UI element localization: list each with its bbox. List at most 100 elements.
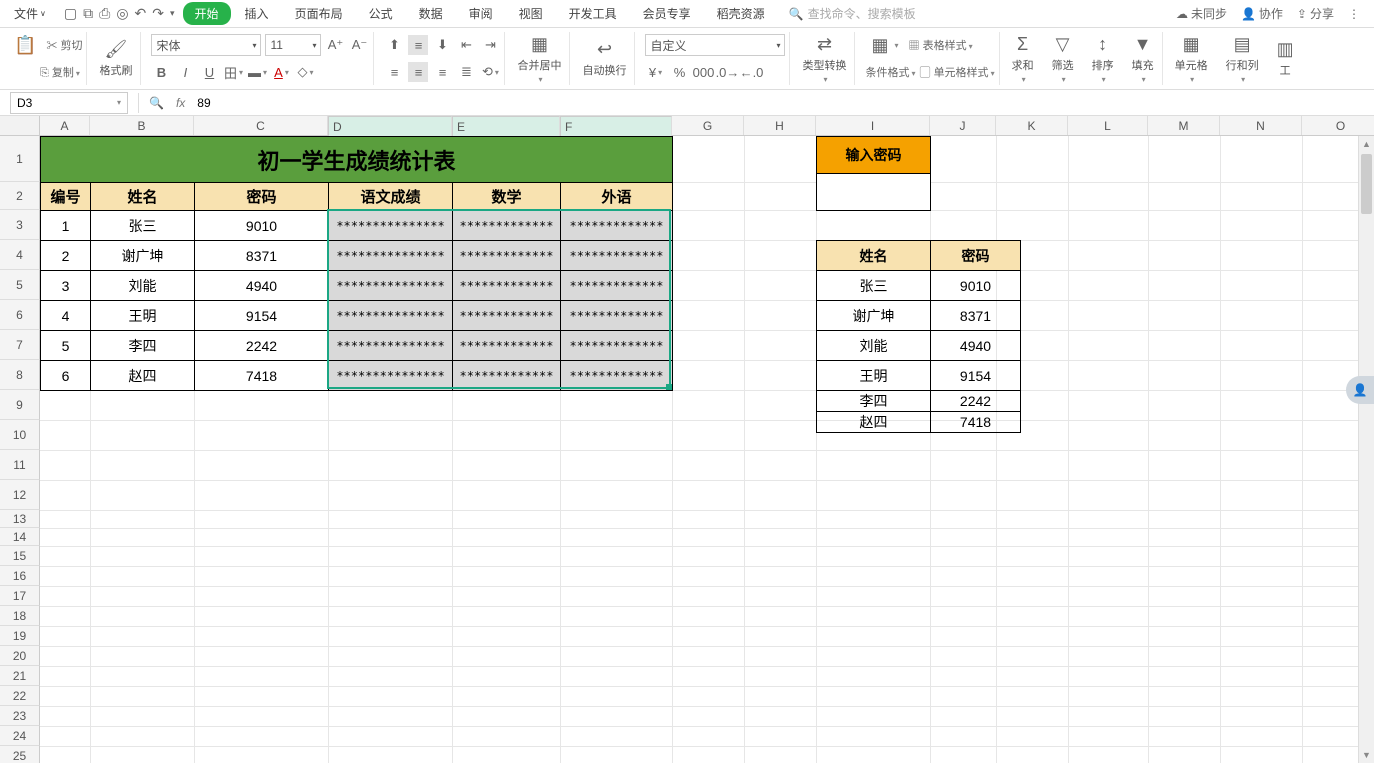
justify-icon[interactable]: ≣ [456, 62, 476, 82]
increase-font-icon[interactable]: A⁺ [325, 35, 345, 55]
inc-decimal-icon[interactable]: .0→ [717, 62, 737, 82]
row-header-15[interactable]: 15 [0, 546, 40, 566]
cell-1-5[interactable]: ************* [561, 241, 673, 271]
side2-cell-5-1[interactable]: 7418 [931, 412, 1021, 433]
save-as-icon[interactable]: ⧉ [83, 5, 93, 22]
cell-0-1[interactable]: 张三 [91, 211, 195, 241]
cell-style-button[interactable]: ▢ 单元格样式 [920, 64, 995, 80]
side2-cell-0-0[interactable]: 张三 [817, 271, 931, 301]
wrap-text-button[interactable]: ↩自动换行 [576, 32, 635, 85]
tab-会员专享[interactable]: 会员专享 [631, 1, 703, 26]
filter-button[interactable]: ▽筛选 [1046, 32, 1080, 85]
cell-5-2[interactable]: 7418 [195, 361, 329, 391]
cell-5-1[interactable]: 赵四 [91, 361, 195, 391]
row-header-24[interactable]: 24 [0, 726, 40, 746]
tab-数据[interactable]: 数据 [407, 1, 455, 26]
cell-0-4[interactable]: ************* [453, 211, 561, 241]
spreadsheet-grid[interactable]: ABCDEFGHIJKLMNO 123456789101112131415161… [0, 116, 1374, 763]
cell-4-3[interactable]: *************** [329, 331, 453, 361]
side2-cell-2-0[interactable]: 刘能 [817, 331, 931, 361]
align-bottom-icon[interactable]: ⬇ [432, 35, 452, 55]
side2-cell-3-1[interactable]: 9154 [931, 361, 1021, 391]
row-header-12[interactable]: 12 [0, 480, 40, 510]
col-header-B[interactable]: B [90, 116, 194, 135]
font-color-icon[interactable]: A [271, 62, 291, 82]
col-header-E[interactable]: E [452, 116, 560, 138]
cell-3-2[interactable]: 9154 [195, 301, 329, 331]
indent-inc-icon[interactable]: ⇥ [480, 35, 500, 55]
cell-2-4[interactable]: ************* [453, 271, 561, 301]
cell-4-2[interactable]: 2242 [195, 331, 329, 361]
comma-icon[interactable]: 000 [693, 62, 713, 82]
row-header-11[interactable]: 11 [0, 450, 40, 480]
scroll-down-icon[interactable]: ▼ [1359, 747, 1374, 763]
cell-2-0[interactable]: 3 [41, 271, 91, 301]
col-header-K[interactable]: K [996, 116, 1068, 135]
autosum-button[interactable]: Σ求和 [1006, 32, 1040, 85]
cell-5-4[interactable]: ************* [453, 361, 561, 391]
col-header-J[interactable]: J [930, 116, 996, 135]
row-header-1[interactable]: 1 [0, 136, 40, 182]
tab-页面布局[interactable]: 页面布局 [283, 1, 355, 26]
copy-button[interactable]: ⎘ 复制 [40, 64, 80, 80]
vertical-scrollbar[interactable]: ▲ ▼ [1358, 136, 1374, 763]
tab-开始[interactable]: 开始 [183, 2, 231, 25]
rowcol-button[interactable]: ▤行和列 [1220, 32, 1265, 85]
cells-button[interactable]: ▦单元格 [1169, 32, 1214, 85]
cell-0-3[interactable]: *************** [329, 211, 453, 241]
orientation-icon[interactable]: ⟲ [480, 62, 500, 82]
cell-1-1[interactable]: 谢广坤 [91, 241, 195, 271]
cell-5-0[interactable]: 6 [41, 361, 91, 391]
cut-button[interactable]: ✂ 剪切 [46, 37, 82, 53]
side2-cell-2-1[interactable]: 4940 [931, 331, 1021, 361]
command-search[interactable]: 🔍 查找命令、搜索模板 [789, 5, 916, 22]
row-header-8[interactable]: 8 [0, 360, 40, 390]
row-header-14[interactable]: 14 [0, 528, 40, 546]
type-convert-button[interactable]: ⇄类型转换 [796, 32, 855, 85]
row-header-25[interactable]: 25 [0, 746, 40, 763]
cell-2-2[interactable]: 4940 [195, 271, 329, 301]
cond-format-button[interactable]: ▦ [865, 33, 904, 58]
row-header-6[interactable]: 6 [0, 300, 40, 330]
cell-1-3[interactable]: *************** [329, 241, 453, 271]
save-icon[interactable]: ▢ [64, 5, 77, 22]
undo-icon[interactable]: ↶ [135, 5, 147, 22]
condfmt-label[interactable]: 条件格式 [865, 64, 915, 80]
italic-icon[interactable]: I [175, 62, 195, 82]
row-header-5[interactable]: 5 [0, 270, 40, 300]
side2-cell-0-1[interactable]: 9010 [931, 271, 1021, 301]
redo-icon[interactable]: ↷ [152, 5, 164, 22]
share-button[interactable]: ⇪ 分享 [1297, 5, 1334, 22]
font-name-select[interactable]: 宋体▾ [151, 34, 261, 56]
side2-cell-4-1[interactable]: 2242 [931, 391, 1021, 412]
cell-3-1[interactable]: 王明 [91, 301, 195, 331]
row-header-9[interactable]: 9 [0, 390, 40, 420]
col-header-L[interactable]: L [1068, 116, 1148, 135]
worksheet-button[interactable]: ▥工 [1271, 32, 1300, 85]
side2-cell-3-0[interactable]: 王明 [817, 361, 931, 391]
more-icon[interactable]: ⋮ [1348, 7, 1360, 21]
tab-审阅[interactable]: 审阅 [457, 1, 505, 26]
tab-公式[interactable]: 公式 [357, 1, 405, 26]
row-header-4[interactable]: 4 [0, 240, 40, 270]
align-middle-icon[interactable]: ≡ [408, 35, 428, 55]
effects-icon[interactable]: ◇ [295, 62, 315, 82]
decrease-font-icon[interactable]: A⁻ [349, 35, 369, 55]
fill-button[interactable]: ▼填充 [1126, 32, 1163, 85]
cell-4-1[interactable]: 李四 [91, 331, 195, 361]
table-style-button[interactable]: ▦ 表格样式 [909, 37, 973, 53]
sort-button[interactable]: ↕排序 [1086, 32, 1120, 85]
formula-input[interactable]: 89 [191, 96, 1374, 110]
col-header-N[interactable]: N [1220, 116, 1302, 135]
cell-2-3[interactable]: *************** [329, 271, 453, 301]
border-icon[interactable]: 田 [223, 62, 243, 82]
cell-2-5[interactable]: ************* [561, 271, 673, 301]
tab-稻壳资源[interactable]: 稻壳资源 [705, 1, 777, 26]
col-header-F[interactable]: F [560, 116, 672, 138]
row-header-10[interactable]: 10 [0, 420, 40, 450]
row-header-3[interactable]: 3 [0, 210, 40, 240]
magnify-icon[interactable]: 🔍 [143, 96, 170, 110]
preview-icon[interactable]: ◎ [116, 5, 128, 22]
col-header-M[interactable]: M [1148, 116, 1220, 135]
cells-area[interactable]: 初一学生成绩统计表 编号姓名密码语文成绩数学外语 1张三9010********… [40, 136, 1374, 763]
